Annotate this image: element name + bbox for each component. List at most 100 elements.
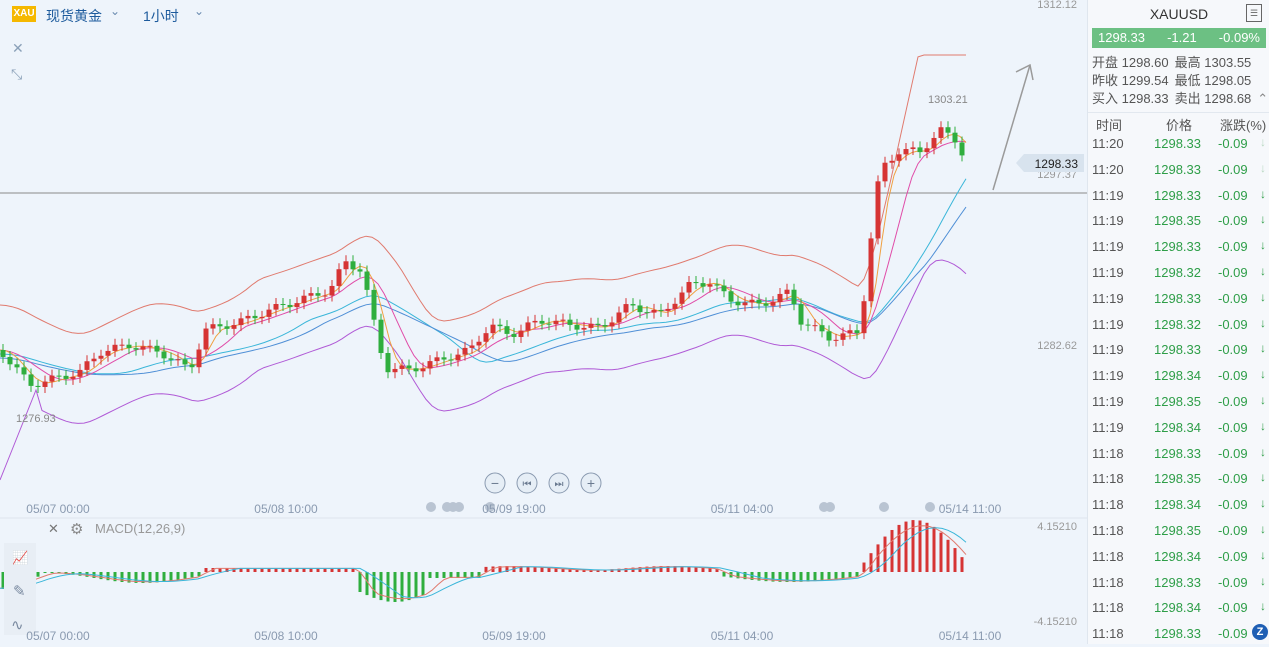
candle-body <box>798 304 804 325</box>
tick-chg: -0.09 <box>1218 368 1248 384</box>
macd-bar <box>869 553 873 572</box>
tick-row: 11:19 1298.35 -0.09 ↓ <box>1088 389 1269 415</box>
ask-value: 1298.68 <box>1204 91 1252 106</box>
price-axis-top: 1312.12 <box>1037 0 1077 11</box>
macd-bar <box>155 572 159 583</box>
tick-time: 11:20 <box>1092 161 1124 177</box>
macd-bar <box>687 566 691 572</box>
candle-body <box>98 355 104 359</box>
candle-body <box>469 345 475 348</box>
candle-body <box>105 350 111 356</box>
candle-body <box>700 283 706 287</box>
quote-panel: XAUUSD ☰ 1298.33 -1.21 -0.09% 开盘 1298.60… <box>1087 0 1269 644</box>
tick-price: 1298.32 <box>1154 316 1201 332</box>
tick-row: 11:18 1298.34 -0.09 ↓ <box>1088 595 1269 621</box>
candle-body <box>756 299 762 304</box>
scroll-end-button[interactable]: ⏭ <box>548 472 570 494</box>
indicator-icon[interactable]: ∿ <box>11 617 24 634</box>
candle-body <box>119 344 125 346</box>
tick-row: 11:19 1298.32 -0.09 ↓ <box>1088 260 1269 286</box>
tick-price: 1298.33 <box>1154 342 1201 358</box>
candle-body <box>875 181 881 239</box>
tick-chg: -0.09 <box>1218 471 1248 487</box>
candle-body <box>203 328 209 350</box>
drawing-tool-icon[interactable]: ✎ <box>13 583 26 600</box>
tick-arrow: ↓ <box>1260 444 1266 459</box>
panel-menu-icon[interactable]: ☰ <box>1246 4 1262 22</box>
macd-bar <box>435 572 439 578</box>
candle-body <box>539 320 545 324</box>
macd-bar <box>855 572 859 577</box>
tick-price: 1298.33 <box>1154 239 1201 255</box>
candle-body <box>931 137 937 149</box>
candle-body <box>735 301 741 306</box>
candle-body <box>392 368 398 373</box>
macd-bar <box>806 572 810 582</box>
candle-body <box>588 323 594 328</box>
candle-body <box>448 359 454 361</box>
candle-body <box>889 160 895 163</box>
macd-bar <box>561 569 565 572</box>
macd-bar <box>533 566 537 572</box>
candle-body <box>679 292 685 304</box>
candle-body <box>791 289 797 305</box>
tick-chg: -0.09 <box>1218 187 1248 203</box>
tick-arrow: ↓ <box>1260 496 1266 511</box>
gear-icon[interactable]: ⚙ <box>70 521 83 538</box>
macd-bar <box>442 572 446 578</box>
tick-row: 11:18 1298.34 -0.09 ↓ <box>1088 492 1269 518</box>
candle-body <box>707 284 713 287</box>
tick-time: 11:19 <box>1092 239 1124 255</box>
tick-row: 11:20 1298.33 -0.09 ↓ <box>1088 157 1269 183</box>
bollinger-upper-band <box>0 54 966 334</box>
macd-bar <box>827 572 831 580</box>
chart-type-icon[interactable]: 📈 <box>12 550 28 565</box>
candle-body <box>357 269 363 272</box>
tick-price: 1298.34 <box>1154 497 1201 513</box>
tick-time: 11:19 <box>1092 316 1124 332</box>
macd-date-label-1: 05/08 10:00 <box>254 629 318 643</box>
svg-text:−: − <box>491 475 499 491</box>
tick-time: 11:19 <box>1092 187 1124 203</box>
tick-price: 1298.33 <box>1154 290 1201 306</box>
macd-close-icon[interactable]: ✕ <box>48 521 59 536</box>
candle-body <box>812 325 818 327</box>
candle-body <box>637 305 643 313</box>
tick-row: 11:19 1298.33 -0.09 ↓ <box>1088 234 1269 260</box>
macd-axis-bottom: -4.15210 <box>1034 616 1077 628</box>
open-value: 1298.60 <box>1121 55 1169 70</box>
candle-body <box>644 312 650 314</box>
zoom-out-button[interactable]: − <box>484 472 506 494</box>
candle-body <box>441 357 447 360</box>
macd-bar <box>50 572 54 574</box>
tick-chg: -0.09 <box>1218 626 1248 642</box>
candlestick-chart[interactable]: 1312.12 1297.37 1282.62 1298.33 1303.21 … <box>0 0 1087 644</box>
scroll-start-button[interactable]: ⏮ <box>516 472 538 494</box>
svg-text:⏮: ⏮ <box>523 479 532 490</box>
tick-time: 11:19 <box>1092 290 1124 306</box>
candle-body <box>693 282 699 284</box>
candle-body <box>819 325 825 332</box>
candle-body <box>49 375 55 382</box>
macd-bar <box>540 567 544 572</box>
macd-bar <box>176 572 180 580</box>
tick-row: 11:18 1298.33 -0.09 ↓ <box>1088 570 1269 596</box>
candle-body <box>805 324 811 326</box>
tick-price: 1298.35 <box>1154 394 1201 409</box>
candle-body <box>763 303 769 306</box>
macd-bar <box>960 557 964 572</box>
chart-area[interactable]: XAU 现货黄金 ⌄ 1小时 ⌄ ✕ ⤡ 1312.12 1297.37 128… <box>0 0 1087 644</box>
svg-text:+: + <box>587 475 595 491</box>
candle-body <box>168 358 174 360</box>
zoom-in-button[interactable]: + <box>580 472 602 494</box>
candle-body <box>728 291 734 302</box>
tick-row: 11:19 1298.34 -0.09 ↓ <box>1088 363 1269 389</box>
macd-bar <box>204 568 208 572</box>
chevron-up-icon[interactable]: ⌃ <box>1257 91 1268 106</box>
tick-arrow: ↓ <box>1260 315 1266 330</box>
candle-body <box>910 147 916 150</box>
candle-body <box>273 304 279 310</box>
candle-body <box>770 302 776 306</box>
tick-arrow: ↓ <box>1260 160 1266 175</box>
candle-body <box>518 330 524 337</box>
